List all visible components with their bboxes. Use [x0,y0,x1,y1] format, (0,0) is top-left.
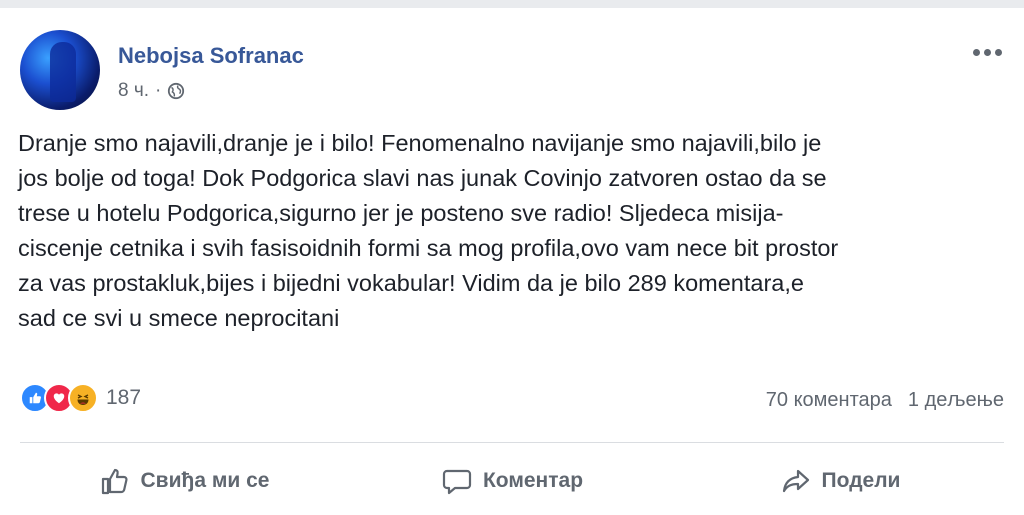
comment-button-label: Коментар [482,469,584,492]
comment-button[interactable]: Коментар [348,454,676,508]
post-stats: 70 коментара 1 дељење [766,389,1004,412]
facebook-post: Nebojsa Sofranac 8 ч. · Dranje smo najav… [0,8,1024,515]
more-options-icon[interactable] [970,42,1004,62]
more-dot [994,48,1002,56]
globe-icon[interactable] [167,82,185,100]
post-timestamp[interactable]: 8 ч. [118,80,149,102]
feed-background-strip [0,0,1024,8]
more-dot [983,48,991,56]
post-meta: 8 ч. · [118,80,185,102]
author-name[interactable]: Nebojsa Sofranac [118,43,304,69]
share-button[interactable]: Подели [676,454,1004,508]
shares-count-link[interactable]: 1 дељење [908,389,1004,412]
share-arrow-icon [782,469,809,493]
more-dot [972,48,980,56]
post-text: Dranje smo najavili,dranje je i bilo! Fe… [18,130,839,331]
author-avatar[interactable] [20,30,100,110]
like-button[interactable]: Свиђа ми се [20,454,348,508]
like-button-label: Свиђа ми се [140,469,270,492]
action-divider [20,442,1004,443]
comment-bubble-icon [442,469,472,495]
comments-count-link[interactable]: 70 коментара [766,389,892,412]
share-button-label: Подели [821,469,901,492]
reaction-count: 187 [106,386,142,409]
reactions-summary[interactable]: 187 [20,383,141,413]
meta-separator: · [155,80,162,101]
haha-reaction-icon [68,383,98,413]
post-actions: Свиђа ми се Коментар Подели [20,454,1004,508]
thumbs-up-icon [101,468,128,495]
